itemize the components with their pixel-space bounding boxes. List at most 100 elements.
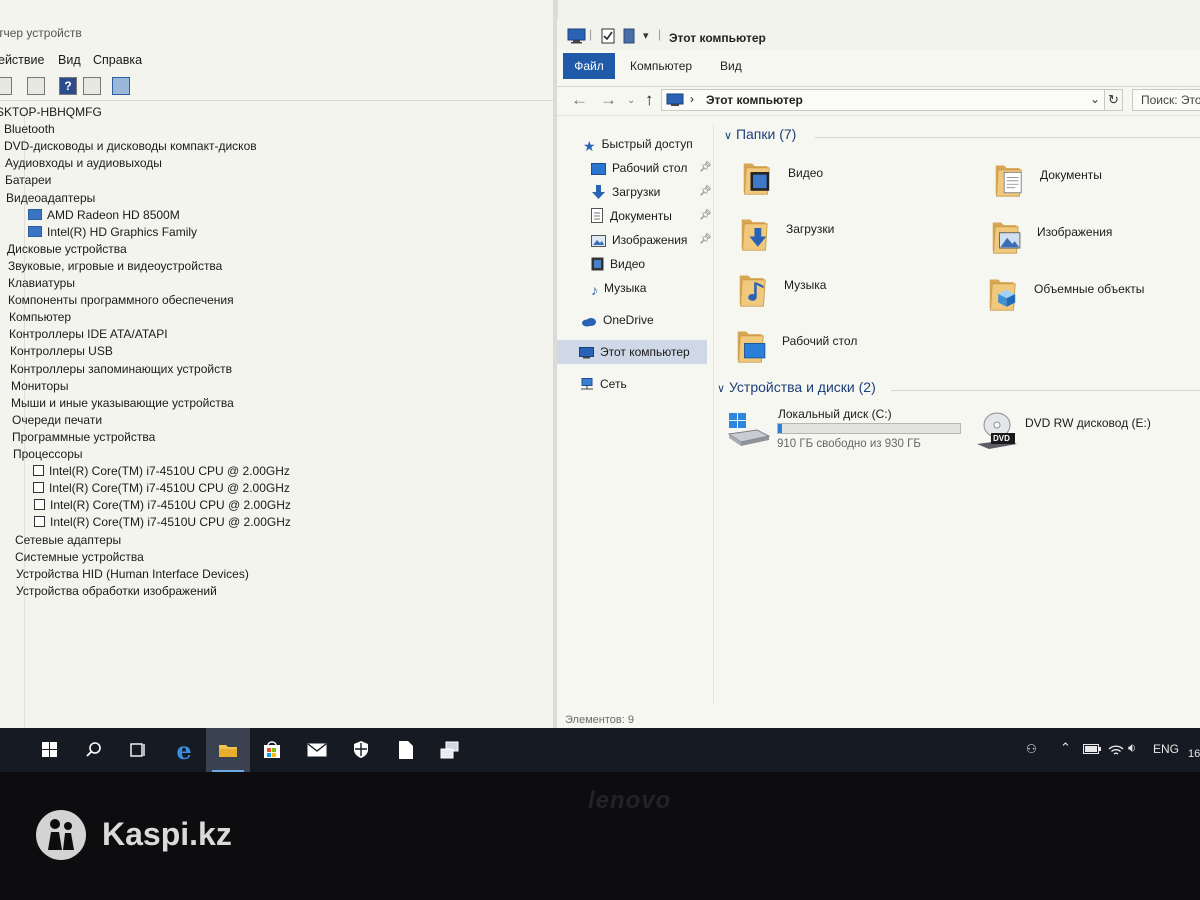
this-pc-icon <box>666 93 684 106</box>
device-tree-item[interactable]: Звуковые, игровые и видеоустройства <box>8 258 222 275</box>
new-folder-qa-icon[interactable] <box>623 28 635 44</box>
wifi-icon[interactable] <box>1108 743 1124 757</box>
address-dropdown-icon[interactable]: ⌄ <box>1090 92 1100 106</box>
back-arrow-icon[interactable]: ← <box>571 90 588 110</box>
nav-desktop[interactable]: Рабочий стол <box>591 158 687 178</box>
device-tree-item[interactable]: Системные устройства <box>15 549 144 566</box>
folder-tile[interactable]: Объемные объекты <box>988 274 1200 320</box>
folder-tile[interactable]: Рабочий стол <box>736 326 976 372</box>
pin-icon[interactable]: 📌︎ <box>699 234 712 245</box>
device-tree-item[interactable]: Устройства HID (Human Interface Devices) <box>16 566 249 583</box>
drive-c[interactable]: Локальный диск (C:) 910 ГБ свободно из 9… <box>727 406 967 454</box>
nav-this-pc[interactable]: Этот компьютер <box>557 340 707 364</box>
device-tree-item[interactable]: Дисковые устройства <box>7 241 127 258</box>
pictures-folder-icon <box>992 222 1021 254</box>
music-note-icon: ♪ <box>591 282 598 298</box>
tab-file[interactable]: Файл <box>563 53 615 79</box>
menu-help[interactable]: Справка <box>93 53 142 67</box>
device-tree-item[interactable]: Клавиатуры <box>8 275 75 292</box>
store-button[interactable] <box>250 728 294 772</box>
device-tree-item[interactable]: Компьютер <box>9 309 71 326</box>
search-button[interactable] <box>72 728 116 772</box>
mail-button[interactable] <box>295 728 339 772</box>
nav-documents[interactable]: Документы <box>591 206 672 226</box>
show-hidden-icons-icon[interactable]: ⌃ <box>1060 740 1071 756</box>
device-manager-button[interactable] <box>428 728 472 772</box>
device-tree-item[interactable]: Intel(R) Core(TM) i7-4510U CPU @ 2.00GHz <box>34 514 291 531</box>
menu-view[interactable]: Вид <box>58 53 81 67</box>
device-tree-item[interactable]: DVD-дисководы и дисководы компакт-дисков <box>4 138 257 155</box>
recent-chevron-icon[interactable]: ⌄ <box>627 95 635 106</box>
qa-dropdown-icon[interactable]: ▾ <box>643 29 649 42</box>
refresh-icon[interactable]: ↻ <box>1105 89 1123 111</box>
device-tree-item[interactable]: Контроллеры IDE ATA/ATAPI <box>9 326 168 343</box>
nav-downloads[interactable]: Загрузки <box>591 182 660 202</box>
tab-computer[interactable]: Компьютер <box>630 59 692 73</box>
tab-view[interactable]: Вид <box>720 59 742 73</box>
device-tree-item[interactable]: Сетевые адаптеры <box>15 532 121 549</box>
update-driver-icon[interactable] <box>83 77 101 95</box>
nav-onedrive[interactable]: OneDrive <box>581 310 654 330</box>
device-tree-item[interactable]: Контроллеры запоминающих устройств <box>10 361 232 378</box>
address-box[interactable]: › Этот компьютер ⌄ <box>661 89 1105 111</box>
battery-icon[interactable] <box>1083 744 1101 754</box>
device-tree-item[interactable]: Видеоадаптеры <box>6 190 95 207</box>
search-input[interactable]: Поиск: Этот <box>1132 89 1200 111</box>
file-explorer-button[interactable] <box>206 728 250 772</box>
clock[interactable]: 16 <box>1188 748 1200 760</box>
device-tree-item[interactable]: Батареи <box>5 172 51 189</box>
device-tree-item[interactable]: Контроллеры USB <box>10 343 113 360</box>
chevron-down-icon: ∨ <box>717 383 726 395</box>
start-button[interactable] <box>28 728 72 772</box>
device-tree-item[interactable]: Программные устройства <box>12 429 155 446</box>
device-tree-item[interactable]: Аудиовходы и аудиовыходы <box>5 155 162 172</box>
pin-icon[interactable]: 📌︎ <box>699 210 712 221</box>
drive-e[interactable]: DVD DVD RW дисковод (E:) <box>975 410 1200 458</box>
scan-hardware-icon[interactable] <box>112 77 130 95</box>
device-tree-item[interactable]: Процессоры <box>13 446 83 463</box>
device-tree-item[interactable]: Очереди печати <box>12 412 102 429</box>
properties-qa-icon[interactable] <box>601 28 615 44</box>
folder-tile[interactable]: Музыка <box>738 270 978 316</box>
device-tree-item[interactable]: Устройства обработки изображений <box>16 583 217 600</box>
folder-tile[interactable]: Изображения <box>991 217 1200 263</box>
device-tree-item[interactable]: Мыши и иные указывающие устройства <box>11 395 234 412</box>
pin-icon[interactable]: 📌︎ <box>699 162 712 173</box>
task-view-button[interactable] <box>116 728 160 772</box>
device-tree-item[interactable]: Intel(R) Core(TM) i7-4510U CPU @ 2.00GHz <box>33 463 290 480</box>
security-button[interactable] <box>339 728 383 772</box>
device-tree-item[interactable]: Компоненты программного обеспечения <box>8 292 234 309</box>
folder-tile[interactable]: Загрузки <box>740 214 980 260</box>
people-icon[interactable]: ⚇ <box>1026 742 1037 756</box>
folders-section-header[interactable]: ∨ Папки (7) <box>724 126 796 142</box>
folder-tile[interactable]: Документы <box>994 160 1200 206</box>
device-tree-item[interactable]: AMD Radeon HD 8500M <box>28 207 180 224</box>
edge-button[interactable]: e <box>162 728 206 772</box>
folder-tile[interactable]: Видео <box>742 158 982 204</box>
up-arrow-icon[interactable]: ↑ <box>645 90 654 110</box>
device-tree-item[interactable]: Intel(R) Core(TM) i7-4510U CPU @ 2.00GHz <box>33 480 290 497</box>
help-icon[interactable]: ? <box>59 77 77 95</box>
menu-action[interactable]: ействие <box>0 53 44 67</box>
3d-objects-folder-icon <box>989 279 1016 311</box>
notepad-button[interactable] <box>384 728 428 772</box>
pin-icon[interactable]: 📌︎ <box>699 186 712 197</box>
device-tree-item[interactable]: Intel(R) Core(TM) i7-4510U CPU @ 2.00GHz <box>34 497 291 514</box>
nav-music[interactable]: ♪ Музыка <box>591 278 646 298</box>
details-icon[interactable] <box>27 77 45 95</box>
nav-network[interactable]: Сеть <box>579 374 627 394</box>
nav-pictures[interactable]: Изображения <box>591 230 687 250</box>
properties-icon[interactable] <box>0 77 12 95</box>
nav-quick-access[interactable]: ★ Быстрый доступ <box>583 134 693 154</box>
device-tree-item[interactable]: Мониторы <box>11 378 68 395</box>
devices-section-header[interactable]: ∨ Устройства и диски (2) <box>717 379 876 395</box>
nav-videos[interactable]: Видео <box>591 254 645 274</box>
device-tree-item[interactable]: Bluetooth <box>4 121 55 138</box>
mail-icon <box>307 743 327 757</box>
volume-icon[interactable]: 🔉︎ <box>1128 740 1136 756</box>
language-indicator[interactable]: ENG <box>1153 742 1179 756</box>
device-manager-title: тчер устройств <box>0 26 82 40</box>
device-tree-item[interactable]: Intel(R) HD Graphics Family <box>28 224 197 241</box>
forward-arrow-icon[interactable]: → <box>600 90 617 110</box>
device-tree-item[interactable]: SKTOP-HBHQMFG <box>0 104 102 121</box>
